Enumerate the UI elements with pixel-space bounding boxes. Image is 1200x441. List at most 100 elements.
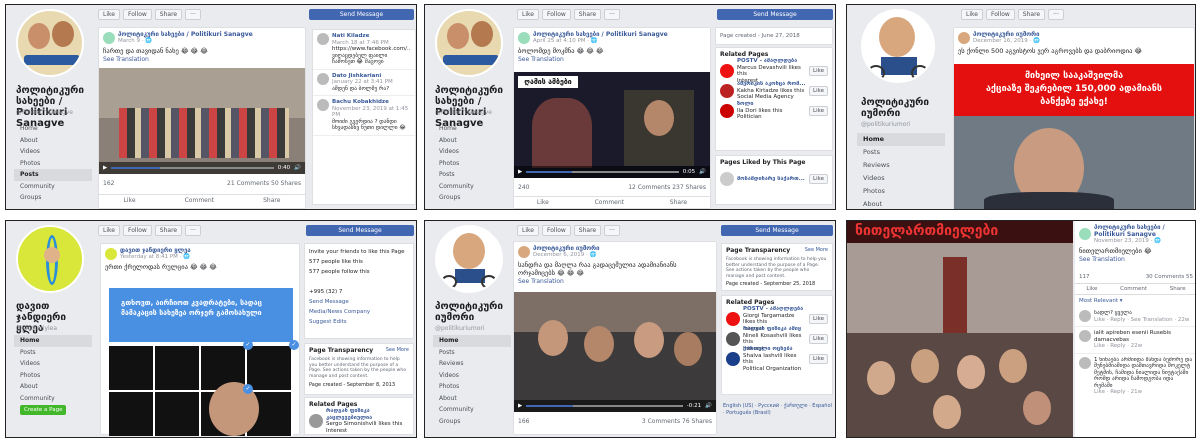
post-author[interactable]: პოლიტიკური სახეები / Politikuri Sanagve [533, 31, 668, 38]
nav-item[interactable]: Photos [857, 185, 945, 198]
author-avatar[interactable] [958, 31, 970, 44]
play-icon[interactable]: ▶ [103, 165, 107, 171]
video-controls[interactable]: ▶ 0:40 🔊 [99, 162, 305, 174]
related-page-avatar[interactable] [720, 84, 734, 98]
nav-item[interactable]: About [14, 135, 92, 147]
see-translation-link[interactable]: See Translation [514, 55, 710, 64]
send-message-button[interactable]: Send Message [721, 225, 833, 236]
related-page-avatar[interactable] [726, 352, 740, 366]
related-page-name[interactable]: ქართული ოცნება [743, 346, 793, 352]
nav-item[interactable]: About [433, 393, 511, 405]
comment-author[interactable]: Nati Kiladze [332, 33, 369, 39]
related-page-name[interactable]: ზოლი [737, 101, 754, 107]
comment-sort-dropdown[interactable]: Most Relevant ▾ [1075, 295, 1195, 307]
related-page-avatar[interactable] [720, 64, 734, 78]
post-date[interactable]: March 9 · 🌐 [118, 38, 253, 44]
video-progress[interactable] [111, 167, 274, 169]
comments-shares-count[interactable]: 30 Comments 55 [1146, 274, 1193, 280]
video-controls[interactable]: ▶ -0:21 🔊 [514, 400, 716, 412]
nav-item[interactable]: Posts [433, 347, 511, 359]
suggest-edits-link[interactable]: Suggest Edits [309, 317, 409, 327]
post-author[interactable]: პოლიტიკური სახეები / Politikuri Sanagve [1094, 224, 1193, 238]
comment-author[interactable]: Dato Jishkariani [332, 73, 381, 79]
author-avatar[interactable] [518, 245, 530, 258]
post-video[interactable]: ▶ -0:21 🔊 [514, 292, 716, 412]
related-page-name[interactable]: რადგან ფიზიკა ამიყ [743, 326, 801, 332]
follow-button[interactable]: Follow [541, 224, 571, 236]
commenter-avatar[interactable] [1079, 310, 1091, 322]
post-video[interactable]: ▶ 0:40 🔊 [99, 68, 305, 174]
share-action[interactable]: Share [670, 199, 687, 206]
video-progress[interactable] [526, 405, 683, 407]
like-page-button[interactable]: Like [961, 8, 983, 20]
video-progress[interactable] [526, 171, 679, 173]
page-avatar[interactable] [435, 225, 503, 293]
related-page-name[interactable]: რადგან ფიზიკა კაცლევებიულია [326, 408, 372, 421]
nav-item[interactable]: Reviews [433, 358, 511, 370]
related-like-button[interactable]: Like [809, 66, 828, 76]
related-like-button[interactable]: Like [809, 354, 828, 364]
post-author[interactable]: პოლიტიკური იუმორი [973, 31, 1040, 38]
related-like-button[interactable]: Like [809, 86, 828, 96]
invite-friends-link[interactable]: Invite your friends to like this Page [309, 247, 409, 257]
author-avatar[interactable] [1079, 228, 1091, 240]
post-video[interactable]: ღამის ამბები ▶ 0:05 🔊 [514, 72, 710, 178]
reaction-count[interactable]: 117 [1079, 274, 1090, 280]
like-action[interactable]: Like [124, 197, 136, 204]
see-more-link[interactable]: See More [386, 347, 409, 354]
related-page-avatar[interactable] [726, 312, 740, 326]
volume-icon[interactable]: 🔊 [294, 165, 301, 171]
captcha-image-grid[interactable]: ✓ ✓ ✓ [109, 340, 299, 436]
phone-number[interactable]: +995 (32) 7 [309, 287, 409, 297]
nav-item[interactable]: Videos [14, 146, 92, 158]
more-button[interactable]: ··· [185, 8, 201, 20]
more-button[interactable]: ··· [1048, 8, 1064, 20]
nav-item[interactable]: About [14, 381, 92, 393]
page-avatar[interactable] [861, 9, 935, 83]
send-message-button[interactable]: Send Message [306, 225, 414, 236]
send-message-link[interactable]: Send Message [309, 297, 409, 307]
related-page-name[interactable]: ამერიკის აკონცა რომ... [737, 81, 806, 87]
related-like-button[interactable]: Like [809, 334, 828, 344]
follow-button[interactable]: Follow [541, 8, 571, 20]
see-translation-link[interactable]: See Translation [514, 277, 716, 286]
nav-item[interactable]: About [433, 135, 511, 147]
more-button[interactable]: ··· [185, 224, 201, 236]
nav-item-active[interactable]: Posts [14, 169, 92, 181]
comments-shares-count[interactable]: 3 Comments 76 Shares [642, 418, 712, 425]
page-avatar[interactable] [435, 9, 503, 77]
like-action[interactable]: Like [1086, 286, 1097, 292]
like-page-button[interactable]: Like [517, 224, 539, 236]
nav-item[interactable]: Photos [14, 158, 92, 170]
post-date[interactable]: Yesterday at 8:41 PM · 🌐 [120, 254, 191, 260]
author-avatar[interactable] [103, 31, 115, 44]
comment-meta[interactable]: Like · Reply · See Translation · 22w [1094, 317, 1189, 323]
follow-button[interactable]: Follow [122, 224, 152, 236]
author-avatar[interactable] [105, 247, 117, 260]
post-author[interactable]: პოლიტიკური სახეები / Politikuri Sanagve [118, 31, 253, 38]
comment-action[interactable]: Comment [595, 199, 624, 206]
liked-like-button[interactable]: Like [809, 174, 828, 184]
page-avatar[interactable] [16, 225, 84, 293]
share-button[interactable]: Share [154, 8, 183, 20]
nav-item[interactable]: Videos [14, 358, 92, 370]
like-page-button[interactable]: Like [98, 224, 120, 236]
comment-meta[interactable]: Like · Reply · 21w [1094, 389, 1142, 395]
comment-action[interactable]: Comment [1120, 286, 1147, 292]
share-button[interactable]: Share [1017, 8, 1046, 20]
commenter-avatar[interactable] [317, 72, 329, 85]
like-page-button[interactable]: Like [98, 8, 120, 20]
related-like-button[interactable]: Like [809, 314, 828, 324]
nav-item[interactable]: Community [14, 393, 92, 405]
related-page-avatar[interactable] [726, 332, 740, 346]
comments-shares-count[interactable]: 12 Comments 237 Shares [628, 184, 706, 191]
share-action[interactable]: Share [1170, 286, 1186, 292]
play-icon[interactable]: ▶ [518, 403, 522, 409]
more-button[interactable]: ··· [604, 8, 620, 20]
nav-item[interactable]: Groups [14, 192, 92, 204]
nav-item[interactable]: Community [433, 181, 511, 193]
post-date[interactable]: April 25 at 4:10 PM · 🌐 [533, 38, 668, 44]
comment-meta[interactable]: Like · Reply · 22w [1094, 343, 1142, 349]
nav-item[interactable]: Posts [857, 146, 945, 159]
nav-item[interactable]: About [857, 198, 945, 209]
